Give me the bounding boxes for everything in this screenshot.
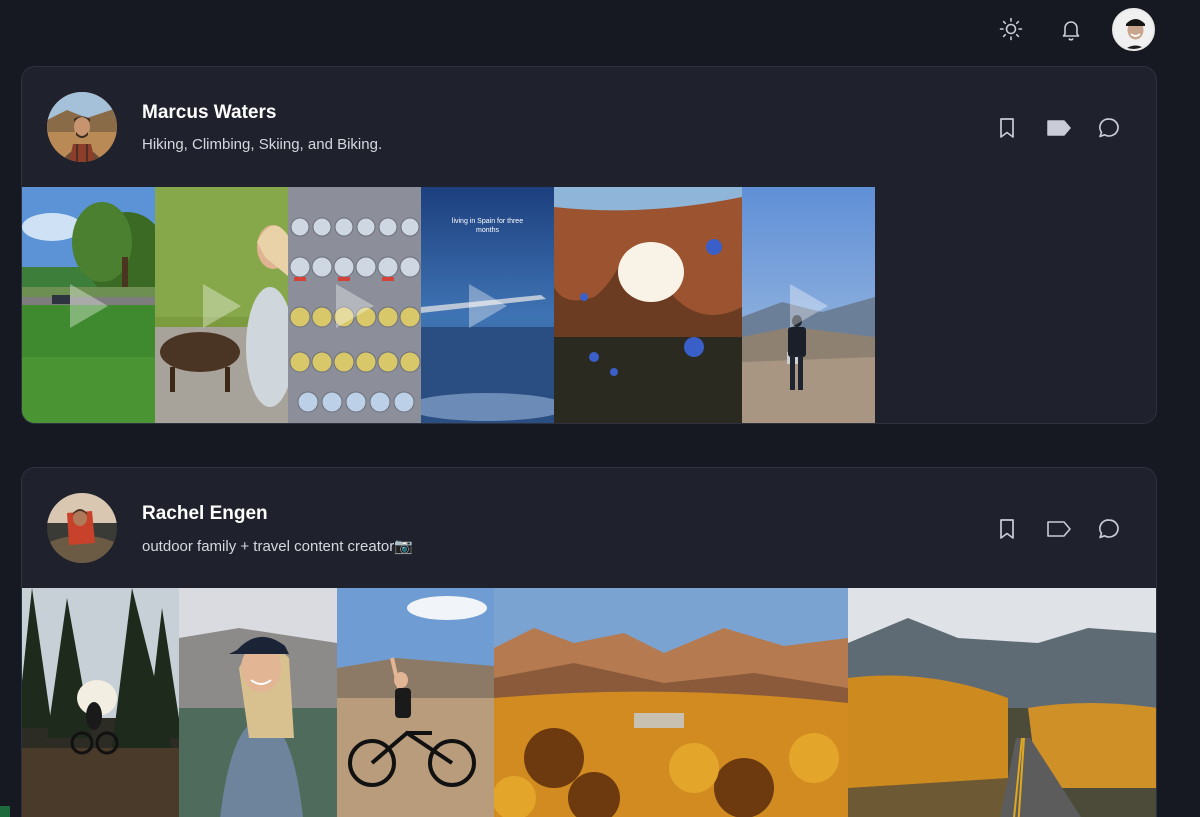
creator-card: Marcus Waters Hiking, Climbing, Skiing, … bbox=[21, 66, 1157, 424]
bookmark-icon[interactable] bbox=[994, 115, 1020, 141]
tag-icon[interactable] bbox=[1044, 115, 1074, 141]
profile-avatar[interactable] bbox=[47, 493, 117, 563]
media-strip bbox=[22, 588, 1156, 817]
window-edge-marker bbox=[0, 806, 10, 817]
play-icon bbox=[69, 283, 108, 328]
tile-caption: living in Spain for three months bbox=[451, 218, 524, 234]
comment-icon[interactable] bbox=[1096, 516, 1122, 542]
sun-icon[interactable] bbox=[996, 14, 1026, 44]
play-icon bbox=[468, 283, 507, 328]
bell-icon[interactable] bbox=[1056, 14, 1086, 44]
image-thumbnail[interactable] bbox=[179, 588, 337, 817]
play-icon bbox=[335, 283, 374, 328]
image-thumbnail[interactable] bbox=[494, 588, 848, 817]
comment-icon[interactable] bbox=[1096, 115, 1122, 141]
profile-actions bbox=[994, 516, 1124, 542]
play-icon bbox=[202, 283, 241, 328]
creator-card: Rachel Engen outdoor family + travel con… bbox=[21, 467, 1157, 817]
image-thumbnail[interactable] bbox=[554, 187, 742, 423]
profile-name[interactable]: Marcus Waters bbox=[142, 102, 276, 124]
video-thumbnail[interactable] bbox=[155, 187, 288, 423]
video-thumbnail[interactable]: living in Spain for three months bbox=[421, 187, 554, 423]
image-thumbnail[interactable] bbox=[337, 588, 494, 817]
tag-icon[interactable] bbox=[1044, 516, 1074, 542]
play-icon bbox=[789, 283, 828, 328]
top-bar bbox=[0, 0, 1200, 60]
bookmark-icon[interactable] bbox=[994, 516, 1020, 542]
video-thumbnail[interactable] bbox=[22, 187, 155, 423]
profile-bio: outdoor family + travel content creator📷 bbox=[142, 538, 413, 555]
video-thumbnail[interactable] bbox=[742, 187, 875, 423]
user-avatar[interactable] bbox=[1112, 8, 1155, 51]
image-thumbnail[interactable] bbox=[848, 588, 1156, 817]
profile-bio: Hiking, Climbing, Skiing, and Biking. bbox=[142, 136, 383, 153]
video-thumbnail[interactable] bbox=[288, 187, 421, 423]
profile-name[interactable]: Rachel Engen bbox=[142, 503, 268, 525]
profile-avatar[interactable] bbox=[47, 92, 117, 162]
image-thumbnail[interactable] bbox=[22, 588, 179, 817]
profile-actions bbox=[994, 115, 1124, 141]
media-strip: living in Spain for three months bbox=[22, 187, 875, 423]
